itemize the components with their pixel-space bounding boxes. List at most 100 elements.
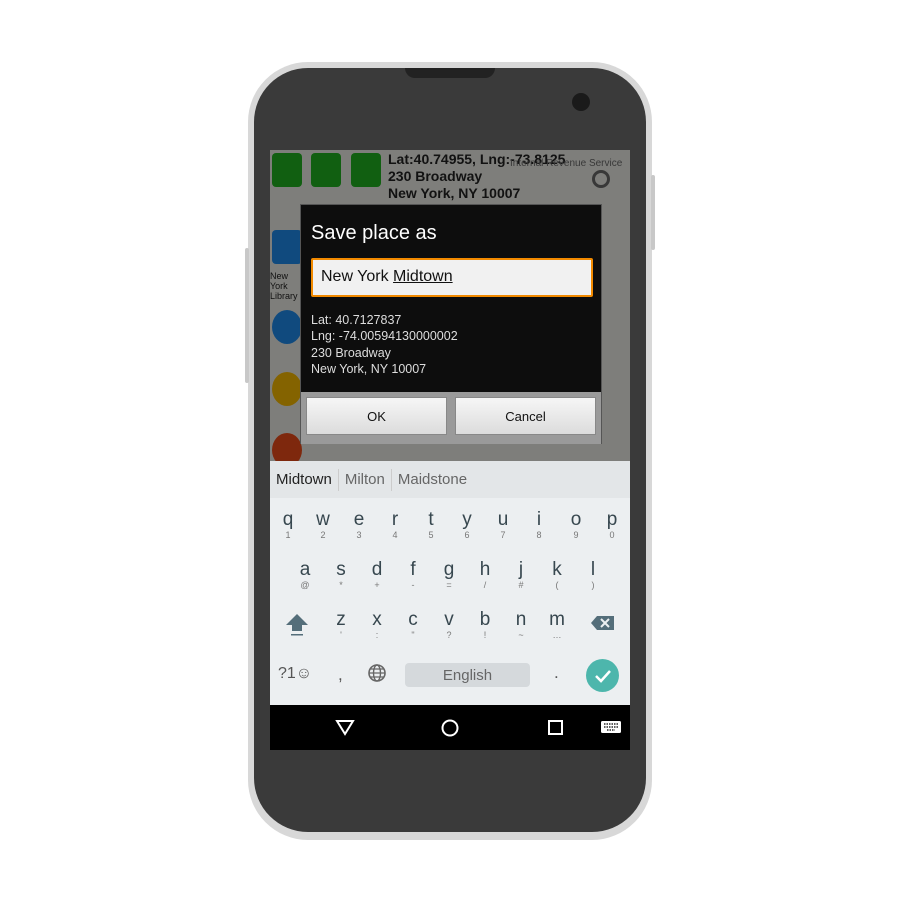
symbols-key[interactable]: ?1☺ (278, 665, 312, 683)
key-hint: / (483, 580, 487, 590)
key-label: w (316, 509, 330, 530)
home-icon[interactable] (440, 718, 460, 738)
navigation-bar (270, 705, 630, 750)
key-hint: : (375, 630, 379, 640)
key-hint: 5 (428, 530, 434, 540)
key-h[interactable]: h / (470, 559, 500, 591)
recents-icon[interactable] (547, 719, 565, 737)
key-label: m (549, 609, 565, 630)
key-label: h (479, 559, 491, 580)
key-v[interactable]: v? (434, 609, 464, 641)
keyboard: Midtown Milton Maidstone q1w2e3r4t5y6u7i… (270, 461, 630, 705)
key-x[interactable]: x: (362, 610, 392, 641)
key-label: p (606, 509, 618, 530)
enter-button[interactable] (586, 659, 619, 692)
lng-text: Lng: -74.00594130000002 (311, 329, 458, 343)
key-f[interactable]: f- (398, 560, 428, 591)
address-line1: 230 Broadway (311, 346, 391, 360)
key-hint: # (518, 580, 524, 590)
key-y[interactable]: y6 (452, 509, 482, 541)
key-label: q (282, 509, 294, 530)
key-hint: @ (300, 580, 310, 590)
key-i[interactable]: i8 (524, 509, 554, 541)
key-k[interactable]: k( (542, 559, 572, 591)
key-hint: 6 (464, 530, 470, 540)
input-text: New York (321, 268, 394, 285)
input-composing-text: Midtown (393, 268, 453, 285)
key-p[interactable]: p0 (597, 509, 627, 541)
key-c[interactable]: c " (398, 609, 428, 641)
ok-button[interactable]: OK (306, 397, 447, 435)
key-label: o (570, 509, 582, 530)
key-q[interactable]: q1 (273, 509, 303, 541)
key-label: s (336, 559, 346, 580)
key-o[interactable]: o9 (561, 509, 591, 541)
key-hint: 1 (285, 530, 291, 540)
place-name-input[interactable]: New York Midtown (311, 258, 593, 297)
volume-button (245, 248, 249, 383)
backspace-icon[interactable] (590, 614, 616, 632)
key-hint: + (374, 580, 380, 590)
key-label: r (391, 509, 399, 530)
key-hint: ) (591, 580, 595, 590)
key-hint: " (411, 630, 415, 640)
power-button (651, 175, 655, 250)
key-d[interactable]: d + (362, 559, 392, 591)
key-g[interactable]: g = (434, 559, 464, 591)
key-j[interactable]: j # (506, 559, 536, 591)
key-label: v (444, 609, 454, 630)
space-bar[interactable]: English (405, 663, 530, 687)
key-hint: = (446, 580, 452, 590)
key-hint: ? (446, 630, 452, 640)
globe-icon[interactable] (367, 663, 387, 683)
key-label: j (518, 559, 524, 580)
key-w[interactable]: w2 (308, 509, 338, 541)
key-hint: ! (483, 630, 487, 640)
key-label: t (428, 509, 434, 530)
key-hint: 2 (320, 530, 326, 540)
suggestion-3[interactable]: Maidstone (392, 471, 473, 488)
key-label: z (336, 609, 346, 630)
key-label: a (299, 559, 311, 580)
comma-key[interactable]: , (338, 665, 343, 685)
key-hint: 8 (536, 530, 542, 540)
check-icon (595, 670, 611, 683)
key-hint: ' (340, 630, 342, 640)
dialog-title: Save place as (311, 222, 437, 244)
key-hint: 9 (573, 530, 579, 540)
key-label: k (552, 559, 562, 580)
key-s[interactable]: s * (326, 559, 356, 591)
lat-text: Lat: 40.7127837 (311, 313, 402, 327)
key-e[interactable]: e3 (344, 510, 374, 541)
key-label: y (462, 509, 472, 530)
key-hint: 0 (609, 530, 615, 540)
key-b[interactable]: b! (470, 609, 500, 641)
shift-icon[interactable] (284, 611, 310, 637)
key-hint: ~ (518, 630, 524, 640)
suggestion-bar: Midtown Milton Maidstone (270, 461, 630, 498)
back-icon[interactable] (335, 718, 355, 736)
period-key[interactable]: . (554, 663, 559, 683)
key-a[interactable]: a @ (290, 559, 320, 591)
key-m[interactable]: m… (542, 609, 572, 641)
screen: New York Library Lat:40.74955, Lng:-73.8… (270, 150, 630, 750)
key-label: b (479, 609, 491, 630)
map-view[interactable]: New York Library Lat:40.74955, Lng:-73.8… (270, 150, 630, 467)
cancel-button[interactable]: Cancel (455, 397, 596, 435)
speaker (405, 68, 495, 78)
key-hint: - (411, 580, 415, 590)
key-t[interactable]: t5 (416, 509, 446, 541)
suggestion-2[interactable]: Milton (339, 471, 391, 488)
key-z[interactable]: z ' (326, 609, 356, 641)
key-label: n (515, 609, 527, 630)
key-r[interactable]: r4 (380, 509, 410, 541)
suggestion-1[interactable]: Midtown (270, 471, 338, 488)
key-label: c (408, 609, 418, 630)
keyboard-icon[interactable] (601, 721, 621, 735)
key-n[interactable]: n ~ (506, 609, 536, 641)
key-label: d (371, 559, 383, 580)
key-u[interactable]: u7 (488, 510, 518, 541)
key-label: i (536, 509, 542, 530)
key-label: g (443, 559, 455, 580)
key-l[interactable]: l) (578, 560, 608, 591)
